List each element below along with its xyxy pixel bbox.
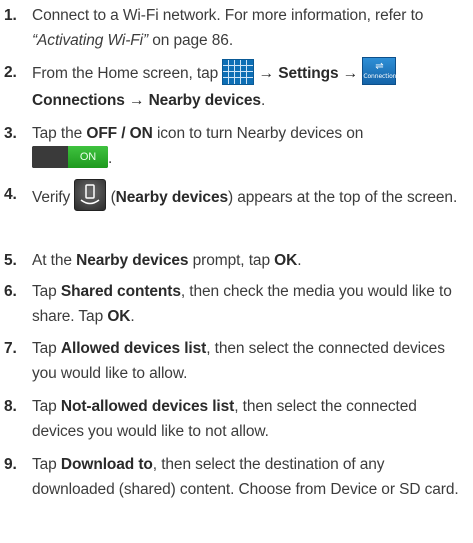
step-number: 4. (4, 186, 17, 203)
download-to-label: Download to (60, 456, 153, 473)
step-text-part: . (108, 150, 113, 167)
step-text-part: Tap (32, 283, 61, 300)
step-text-part: Tap (32, 456, 61, 473)
connections-tab-icon: ⇌ Connections (362, 57, 400, 85)
step-number: 6. (4, 283, 17, 300)
step-text-part: Verify (32, 189, 75, 207)
nearby-devices-label: Nearby devices (76, 252, 189, 269)
step-text-part: on page 86. (148, 32, 234, 49)
step-text: Tap Allowed devices list, then select th… (32, 336, 471, 386)
step-text-part: Tap (32, 398, 61, 415)
step-text: At the Nearby devices prompt, tap OK. (32, 248, 471, 273)
step-number: 3. (4, 125, 17, 142)
settings-label: Settings (278, 65, 339, 83)
step-text-part: Tap the (32, 125, 87, 142)
step-text: Tap Not-allowed devices list, then selec… (32, 394, 471, 444)
toggle-off-segment (32, 145, 70, 168)
off-on-label: OFF / ON (86, 125, 153, 142)
step-text-part: . (130, 308, 135, 325)
step-text: Tap the OFF / ON icon to turn Nearby dev… (32, 121, 471, 171)
step-text-part: . (260, 92, 266, 109)
step-text-part: At the (32, 252, 77, 269)
step-text-part: From the Home screen, tap (32, 65, 223, 83)
step-text-part: Tap (32, 340, 61, 357)
step-number: 1. (4, 7, 17, 24)
toggle-on-segment: ON (68, 145, 108, 168)
on-off-toggle[interactable]: ON (32, 145, 108, 168)
step-text: Tap Shared contents, then check the medi… (32, 279, 471, 329)
ok-label: OK (107, 308, 131, 325)
apps-grid-icon (222, 59, 255, 85)
step-text-part: ( (106, 189, 116, 207)
step-number: 5. (4, 252, 17, 269)
connections-icon-label: Connections (363, 73, 400, 80)
connections-label: Connections (32, 92, 125, 109)
nearby-devices-label: Nearby devices (148, 92, 261, 109)
step-text-part: ) appears at the top of the screen. (228, 189, 458, 207)
allowed-devices-list-label: Allowed devices list (60, 340, 207, 357)
step-text-part: . (297, 252, 302, 269)
shared-contents-label: Shared contents (60, 283, 181, 300)
step-number: 8. (4, 398, 17, 415)
ok-label: OK (274, 252, 298, 269)
arrow-separator: → (254, 65, 279, 83)
step-text: From the Home screen, tap → Settings → ⇌… (32, 57, 471, 113)
step-text: Tap Download to, then select the destina… (32, 452, 471, 502)
arrow-separator: → (338, 65, 363, 83)
step-text-part: Connect to a Wi-Fi network. For more inf… (32, 7, 424, 24)
step-text-part: prompt, tap (188, 252, 275, 269)
page-reference-link[interactable]: “Activating Wi-Fi” (32, 32, 148, 49)
step-text: Verify (Nearby devices) appears at the t… (32, 179, 471, 214)
arrow-separator: → (124, 92, 149, 109)
nearby-devices-icon (74, 179, 107, 211)
step-text: Connect to a Wi-Fi network. For more inf… (32, 3, 471, 53)
step-number: 7. (4, 340, 17, 357)
not-allowed-devices-list-label: Not-allowed devices list (60, 398, 235, 415)
nearby-devices-label: Nearby devices (115, 189, 228, 207)
step-text-part: icon to turn Nearby devices on (152, 125, 364, 142)
step-number: 9. (4, 456, 17, 473)
step-number: 2. (4, 64, 17, 81)
